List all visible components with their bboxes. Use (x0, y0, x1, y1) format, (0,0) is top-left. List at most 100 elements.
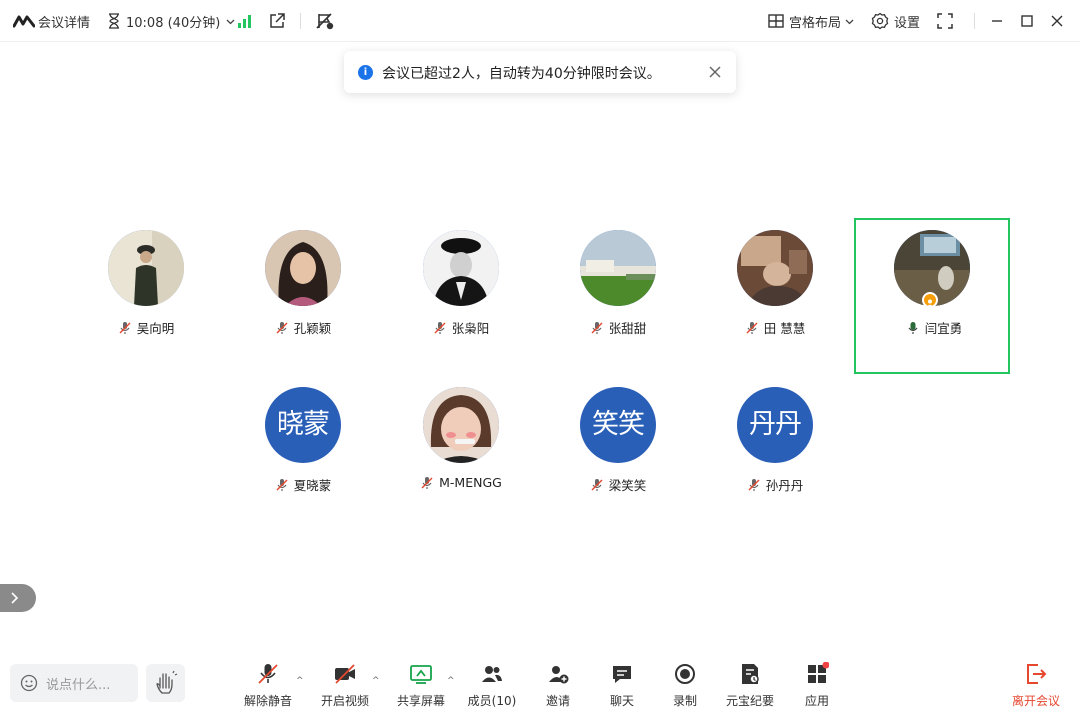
grid-layout-dropdown[interactable]: 宫格布局 (766, 10, 854, 32)
share-options-caret-icon[interactable]: ^ (447, 676, 455, 686)
quick-chat-input[interactable]: 说点什么... (10, 664, 138, 702)
apps-icon (805, 661, 830, 686)
invite-label: 邀请 (545, 694, 570, 708)
fullscreen-icon[interactable] (936, 10, 954, 32)
avatar: 笑笑 (580, 387, 656, 463)
emoji-icon[interactable] (20, 674, 38, 692)
participant-name: 张枭阳 (451, 321, 490, 336)
raise-hand-button[interactable] (146, 664, 185, 702)
avatar (265, 230, 341, 306)
mic-muted-icon (275, 478, 289, 492)
flag-off-icon[interactable] (315, 10, 335, 32)
avatar (580, 230, 656, 306)
avatar: 晓蒙 (265, 387, 341, 463)
settings-label: 设置 (894, 15, 921, 31)
mic-muted-icon (118, 321, 132, 335)
participant-tile[interactable]: 笑笑 梁笑笑 (540, 375, 696, 531)
participant-tile[interactable]: 张枭阳 (383, 218, 539, 374)
avatar-initials: 丹丹 (749, 409, 802, 440)
logo-icon (12, 11, 36, 31)
layout-label: 宫格布局 (789, 15, 842, 31)
chat-button[interactable]: 聊天 (590, 662, 654, 708)
participant-tile[interactable]: 丹丹 孙丹丹 (697, 375, 853, 531)
share-screen-button[interactable]: 共享屏幕 (389, 662, 453, 708)
avatar-initials: 晓蒙 (277, 409, 330, 440)
exit-icon (1024, 662, 1048, 686)
audio-options-caret-icon[interactable]: ^ (296, 676, 304, 686)
avatar (423, 387, 499, 463)
settings-button[interactable]: 设置 (870, 10, 920, 32)
avatar-initials: 笑笑 (592, 409, 645, 440)
meeting-details-button[interactable]: 会议详情 (12, 10, 90, 32)
participant-name-row: 田 慧慧 (697, 318, 853, 337)
start-video-label: 开启视频 (320, 694, 369, 708)
unmute-button[interactable]: 解除静音 (236, 662, 300, 708)
participant-tile[interactable]: M-MENGG (383, 375, 539, 531)
mic-muted-icon (420, 476, 434, 490)
host-badge-icon (922, 292, 938, 308)
unmute-label: 解除静音 (243, 694, 292, 708)
participant-tile[interactable]: 田 慧慧 (697, 218, 853, 374)
members-icon (480, 662, 504, 686)
minimize-icon[interactable] (990, 10, 1004, 32)
grid-layout-icon (766, 11, 786, 31)
record-icon (673, 662, 697, 686)
mic-muted-icon (590, 321, 604, 335)
participant-tile[interactable]: 吴向明 (68, 218, 224, 374)
gear-icon (870, 11, 890, 31)
close-icon[interactable] (1050, 10, 1064, 32)
side-panel-toggle[interactable] (0, 584, 36, 612)
avatar (108, 230, 184, 306)
record-button[interactable]: 录制 (653, 662, 717, 708)
leave-meeting-label: 离开会议 (1011, 694, 1060, 708)
raise-hand-icon (146, 670, 185, 706)
participant-name-row: 吴向明 (68, 318, 224, 337)
limit-notice-toast: i 会议已超过2人，自动转为40分钟限时会议。 (344, 51, 736, 93)
title-bar: 会议详情 10:08 (40分钟) 宫格布局 设置 (0, 0, 1080, 42)
chevron-down-icon (845, 14, 854, 29)
participant-name-row: 闫宜勇 (856, 318, 1012, 337)
apps-label: 应用 (804, 694, 829, 708)
timer-dropdown[interactable]: 10:08 (40分钟) (104, 10, 235, 32)
participant-name: 梁笑笑 (608, 478, 647, 493)
participant-name: 孙丹丹 (765, 478, 804, 493)
participant-name: 吴向明 (136, 321, 175, 336)
signal-icon[interactable] (236, 10, 254, 32)
meeting-details-label: 会议详情 (38, 15, 91, 31)
participant-name: 田 慧慧 (763, 321, 806, 336)
ai-notes-button[interactable]: 元宝纪要 (718, 662, 782, 708)
avatar (423, 230, 499, 306)
external-share-icon[interactable] (268, 10, 286, 32)
ai-notes-icon (738, 662, 762, 686)
mic-muted-icon (433, 321, 447, 335)
participant-name: M-MENGG (439, 475, 502, 490)
participant-name-row: 夏晓蒙 (225, 475, 381, 494)
meeting-toolbar: 说点什么... 解除静音 ^ 开启视频 ^ 共享屏幕 ^ 成员(10) 邀请 聊… (0, 652, 1080, 713)
participant-name-row: 张甜甜 (540, 318, 696, 337)
participant-tile[interactable]: 张甜甜 (540, 218, 696, 374)
mic-muted-icon (745, 321, 759, 335)
participant-tile[interactable]: 孔颖颖 (225, 218, 381, 374)
start-video-button[interactable]: 开启视频 (313, 662, 377, 708)
participant-tile[interactable]: 晓蒙 夏晓蒙 (225, 375, 381, 531)
hourglass-icon (104, 11, 124, 31)
members-button[interactable]: 成员(10) (460, 662, 524, 708)
share-screen-label: 共享屏幕 (396, 694, 445, 708)
chat-label: 聊天 (609, 694, 634, 708)
toolbar-divider (974, 13, 975, 29)
timer-label: 10:08 (40分钟) (126, 15, 221, 31)
participant-name-row: 梁笑笑 (540, 475, 696, 494)
apps-button[interactable]: 应用 (785, 661, 849, 708)
toast-close-icon[interactable] (706, 63, 724, 81)
participant-tile-active-speaker[interactable]: 闫宜勇 (854, 218, 1010, 374)
video-options-caret-icon[interactable]: ^ (372, 676, 380, 686)
participant-name: 孔颖颖 (293, 321, 332, 336)
leave-meeting-button[interactable]: 离开会议 (1004, 662, 1068, 708)
invite-button[interactable]: 邀请 (526, 662, 590, 708)
toolbar-divider (300, 13, 301, 29)
mic-on-icon (906, 321, 920, 335)
mic-muted-icon (275, 321, 289, 335)
chevron-down-icon (226, 14, 235, 29)
maximize-icon[interactable] (1020, 10, 1034, 32)
members-label: 成员(10) (467, 694, 517, 708)
